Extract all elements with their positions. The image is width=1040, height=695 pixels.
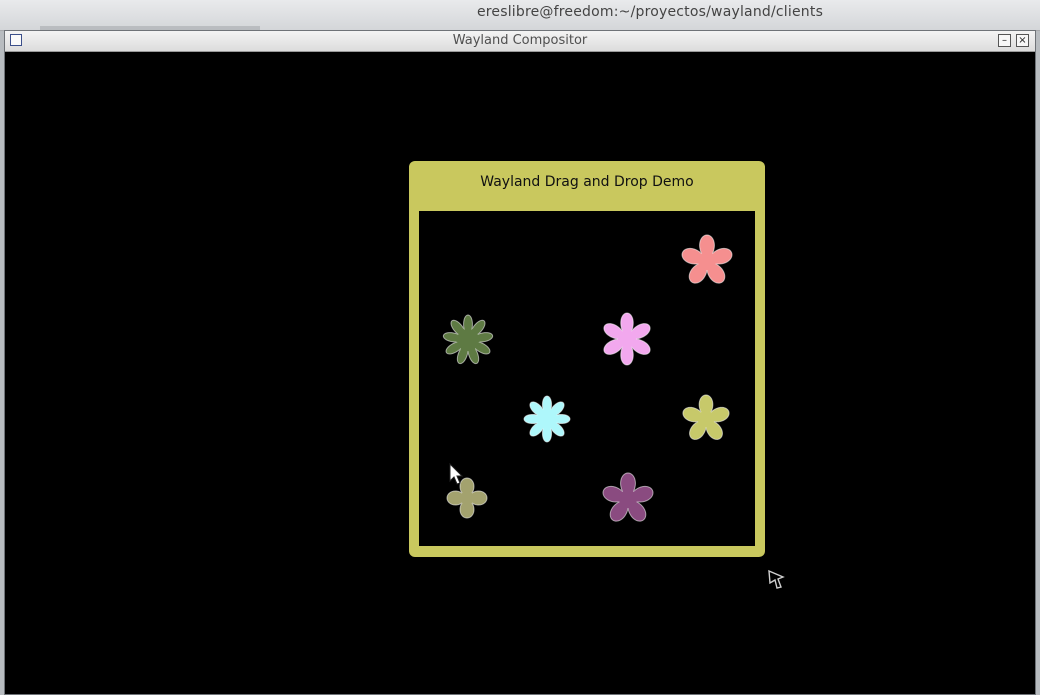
flower-purple[interactable] xyxy=(600,471,656,527)
mouse-pointer-icon xyxy=(449,463,464,485)
terminal-title: ereslibre@freedom:~/proyectos/wayland/cl… xyxy=(476,4,824,20)
dnd-demo-window[interactable]: Wayland Drag and Drop Demo xyxy=(409,161,765,557)
dnd-demo-title: Wayland Drag and Drop Demo xyxy=(480,174,694,190)
compositor-titlebar[interactable]: Wayland Compositor – × xyxy=(5,31,1035,52)
drag-cursor-icon xyxy=(768,569,785,589)
flower-yellowgreen[interactable] xyxy=(680,393,732,445)
flower-cyan[interactable] xyxy=(522,394,572,444)
flower-pink[interactable] xyxy=(599,311,655,367)
compositor-window: Wayland Compositor – × Wayland Drag and … xyxy=(4,30,1036,695)
compositor-title: Wayland Compositor xyxy=(452,33,588,48)
flower-darkgreen[interactable] xyxy=(441,313,495,367)
dnd-drop-area[interactable] xyxy=(419,211,755,546)
compositor-canvas[interactable]: Wayland Drag and Drop Demo xyxy=(5,52,1035,694)
flower-salmon[interactable] xyxy=(679,233,735,289)
close-button[interactable]: × xyxy=(1016,34,1029,47)
minimize-button[interactable]: – xyxy=(998,34,1011,47)
terminal-titlebar[interactable]: ereslibre@freedom:~/proyectos/wayland/cl… xyxy=(0,0,1040,32)
